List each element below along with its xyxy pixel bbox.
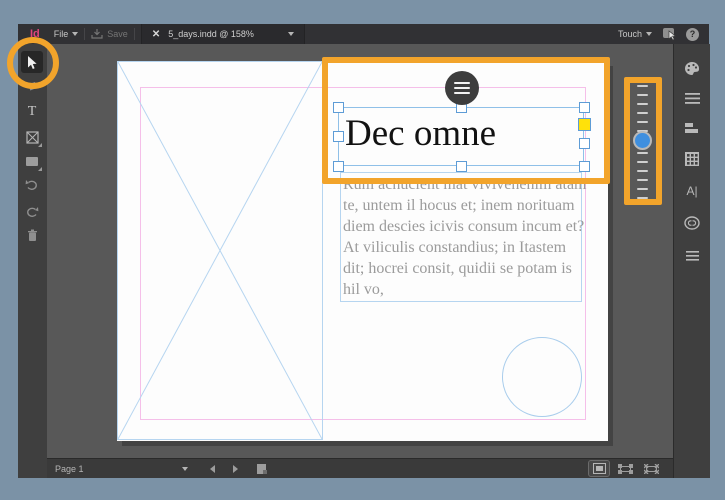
presentation-view-icon bbox=[643, 463, 659, 474]
save-download-icon bbox=[91, 28, 103, 39]
divider bbox=[84, 28, 86, 40]
redo-button[interactable] bbox=[21, 201, 43, 223]
document-tab[interactable]: ✕ 5_days.indd @ 158% bbox=[140, 24, 305, 44]
chevron-down-icon[interactable] bbox=[287, 32, 294, 36]
panel-menu-button[interactable] bbox=[674, 247, 710, 265]
page-dropdown[interactable] bbox=[181, 466, 188, 471]
rectangle-icon bbox=[26, 156, 38, 166]
status-bar: Page 1 bbox=[47, 458, 673, 478]
previous-page-button[interactable] bbox=[209, 464, 215, 473]
callout-selection-tool bbox=[7, 37, 59, 89]
delete-button[interactable] bbox=[21, 224, 43, 246]
chevron-down-icon bbox=[72, 32, 79, 36]
body-text-line: hil vo, bbox=[343, 281, 384, 298]
swatches-grid-icon bbox=[685, 152, 699, 166]
undo-button[interactable] bbox=[21, 174, 43, 196]
body-text-line: dit; hocrei consit, quidii se potam is bbox=[343, 260, 572, 277]
menu-lines-icon bbox=[685, 251, 699, 261]
body-text-frame[interactable]: Rum achucient mat vivivenenim atam te, u… bbox=[340, 172, 586, 302]
creative-cloud-icon bbox=[684, 216, 700, 230]
character-panel-button[interactable]: A| bbox=[674, 182, 710, 200]
undo-icon bbox=[25, 180, 37, 190]
help-button[interactable]: ? bbox=[686, 27, 699, 41]
add-page-button[interactable] bbox=[256, 463, 268, 475]
redo-icon bbox=[27, 207, 39, 217]
color-panel-button[interactable] bbox=[674, 59, 710, 77]
placeholder-x-icon bbox=[118, 62, 322, 439]
close-icon[interactable]: ✕ bbox=[152, 29, 160, 40]
creative-cloud-button[interactable] bbox=[674, 214, 710, 232]
rectangle-tool-button[interactable] bbox=[21, 150, 43, 172]
touch-cursor-icon bbox=[663, 28, 677, 41]
next-page-button[interactable] bbox=[232, 464, 238, 473]
circle-frame[interactable] bbox=[502, 337, 582, 417]
frame-placeholder-icon bbox=[25, 130, 39, 144]
normal-view-icon bbox=[592, 463, 606, 474]
image-placeholder-frame[interactable] bbox=[117, 61, 323, 440]
title-bar: Id File Save ✕ 5_days.indd @ 158% Touch bbox=[18, 24, 709, 44]
divider bbox=[133, 28, 135, 40]
preview-view-button[interactable] bbox=[615, 461, 635, 476]
preview-view-icon bbox=[617, 463, 633, 474]
swatches-panel-button[interactable] bbox=[674, 150, 710, 168]
body-text-line: diem descies icivis consum incum et? bbox=[343, 218, 585, 235]
menu-lines-icon bbox=[684, 92, 700, 104]
body-text-line: At viliculis constandius; in Itastem bbox=[343, 239, 567, 256]
touch-mode-toggle[interactable] bbox=[662, 27, 678, 41]
properties-panel-button[interactable] bbox=[674, 89, 710, 107]
align-bars-icon bbox=[685, 123, 698, 133]
align-panel-button[interactable] bbox=[674, 119, 710, 137]
workspace-switcher[interactable]: Touch bbox=[618, 29, 652, 39]
trash-icon bbox=[27, 229, 37, 241]
character-format-icon: A| bbox=[686, 184, 698, 198]
panel-dock: A| bbox=[673, 44, 710, 478]
document-title: 5_days.indd @ 158% bbox=[168, 29, 254, 39]
presentation-view-button[interactable] bbox=[641, 461, 661, 476]
submenu-indicator bbox=[38, 167, 42, 171]
chevron-down-icon bbox=[646, 32, 652, 36]
type-tool-icon: T bbox=[27, 104, 37, 119]
submenu-indicator bbox=[38, 143, 42, 147]
file-menu-button[interactable]: File bbox=[54, 29, 79, 39]
callout-zoom-slider bbox=[624, 77, 662, 205]
page-indicator: Page 1 bbox=[55, 463, 84, 474]
help-icon: ? bbox=[689, 29, 696, 39]
callout-heading-frame bbox=[322, 57, 610, 184]
save-button[interactable]: Save bbox=[91, 28, 128, 40]
body-text-line: te, untem il hocus et; inem norituam bbox=[343, 197, 575, 214]
color-palette-icon bbox=[685, 61, 700, 75]
type-tool-button[interactable]: T bbox=[21, 101, 43, 123]
frame-tool-button[interactable] bbox=[21, 126, 43, 148]
tools-panel: T bbox=[18, 44, 48, 478]
normal-view-button[interactable] bbox=[588, 460, 610, 477]
